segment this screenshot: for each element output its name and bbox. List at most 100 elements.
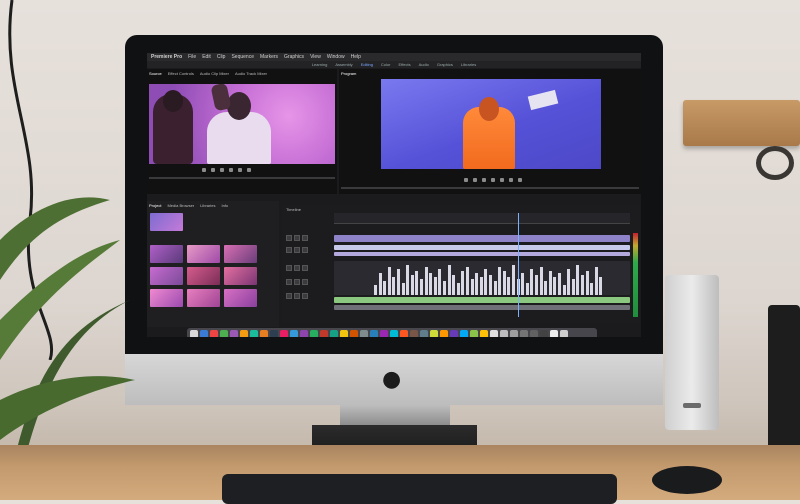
panel-tab[interactable]: Source [149, 71, 162, 77]
workspace-tab[interactable]: Graphics [437, 61, 453, 68]
dock-app-icon[interactable] [220, 330, 228, 337]
dock-app-icon[interactable] [240, 330, 248, 337]
video-clip-track-v3[interactable] [334, 252, 630, 256]
dock-app-icon[interactable] [430, 330, 438, 337]
sync-lock[interactable] [302, 235, 308, 241]
clip-thumbnail[interactable] [150, 245, 183, 263]
voice-over[interactable] [302, 265, 308, 271]
dock-app-icon[interactable] [470, 330, 478, 337]
transport-button[interactable] [473, 178, 477, 182]
workspace-tab[interactable]: Effects [398, 61, 410, 68]
workspace-tab[interactable]: Color [381, 61, 391, 68]
dock-app-icon[interactable] [390, 330, 398, 337]
dock-app-icon[interactable] [270, 330, 278, 337]
voice-over[interactable] [302, 279, 308, 285]
panel-tab[interactable]: Audio Track Mixer [235, 71, 267, 77]
transport-button[interactable] [509, 178, 513, 182]
workspace-tab[interactable]: Assembly [335, 61, 352, 68]
transport-play-icon[interactable] [491, 178, 495, 182]
lock-track[interactable] [294, 247, 300, 253]
dock-app-icon[interactable] [380, 330, 388, 337]
transport-button[interactable] [238, 168, 242, 172]
dock-app-icon[interactable] [520, 330, 528, 337]
dock-app-icon[interactable] [510, 330, 518, 337]
dock-app-icon[interactable] [420, 330, 428, 337]
dock-app-icon[interactable] [230, 330, 238, 337]
dock-app-icon[interactable] [340, 330, 348, 337]
mute-track[interactable] [286, 279, 292, 285]
sync-lock[interactable] [302, 247, 308, 253]
dock-app-icon[interactable] [200, 330, 208, 337]
time-ruler[interactable] [334, 213, 630, 224]
solo-track[interactable] [294, 279, 300, 285]
dock-app-icon[interactable] [550, 330, 558, 337]
dock-app-icon[interactable] [410, 330, 418, 337]
panel-tab[interactable]: Program [341, 71, 356, 77]
menu-item[interactable]: View [310, 53, 321, 61]
transport-button[interactable] [211, 168, 215, 172]
program-scrub-bar[interactable] [341, 187, 639, 189]
menu-item[interactable]: Sequence [231, 53, 254, 61]
menu-item[interactable]: Markers [260, 53, 278, 61]
workspace-tab-active[interactable]: Editing [361, 61, 373, 68]
dock-app-icon[interactable] [320, 330, 328, 337]
panel-tab[interactable]: Audio Clip Mixer [200, 71, 229, 77]
clip-thumbnail[interactable] [187, 267, 220, 285]
menu-item[interactable]: Edit [202, 53, 211, 61]
transport-button[interactable] [220, 168, 224, 172]
clip-thumbnail[interactable] [224, 289, 257, 307]
dock-app-icon[interactable] [360, 330, 368, 337]
mute-track[interactable] [286, 265, 292, 271]
dock-app-icon[interactable] [530, 330, 538, 337]
solo-track[interactable] [294, 265, 300, 271]
toggle-track-output[interactable] [286, 247, 292, 253]
audio-clip-green[interactable] [334, 297, 630, 303]
dock-app-icon[interactable] [540, 330, 548, 337]
timeline-tab[interactable]: Timeline [286, 207, 301, 212]
selected-clip-thumbnail[interactable] [150, 213, 183, 231]
toggle-track-output[interactable] [286, 235, 292, 241]
clip-thumbnail[interactable] [187, 245, 220, 263]
dock-app-icon[interactable] [310, 330, 318, 337]
transport-button[interactable] [247, 168, 251, 172]
dock-app-icon[interactable] [330, 330, 338, 337]
source-scrub-bar[interactable] [149, 177, 335, 179]
workspace-tab[interactable]: Learning [312, 61, 328, 68]
video-clip-track-v2[interactable] [334, 245, 630, 250]
workspace-tab[interactable]: Libraries [461, 61, 476, 68]
dock-app-icon[interactable] [400, 330, 408, 337]
transport-button[interactable] [518, 178, 522, 182]
clip-thumbnail[interactable] [187, 289, 220, 307]
panel-tab[interactable]: Libraries [200, 203, 215, 209]
workspace-tab[interactable]: Audio [419, 61, 429, 68]
dock-app-icon[interactable] [490, 330, 498, 337]
dock-app-icon[interactable] [560, 330, 568, 337]
panel-tab[interactable]: Media Browser [167, 203, 194, 209]
clip-thumbnail[interactable] [224, 267, 257, 285]
transport-button[interactable] [500, 178, 504, 182]
dock-app-icon[interactable] [190, 330, 198, 337]
dock-app-icon[interactable] [300, 330, 308, 337]
dock-app-icon[interactable] [460, 330, 468, 337]
panel-tab[interactable]: Project [149, 203, 161, 209]
solo-track[interactable] [294, 293, 300, 299]
dock-app-icon[interactable] [210, 330, 218, 337]
transport-button[interactable] [202, 168, 206, 172]
menu-item[interactable]: File [188, 53, 196, 61]
dock-app-icon[interactable] [350, 330, 358, 337]
clip-thumbnail[interactable] [150, 289, 183, 307]
dock-app-icon[interactable] [280, 330, 288, 337]
dock-app-icon[interactable] [480, 330, 488, 337]
panel-tab[interactable]: Effect Controls [168, 71, 194, 77]
mute-track[interactable] [286, 293, 292, 299]
menu-item[interactable]: Window [327, 53, 345, 61]
transport-button[interactable] [482, 178, 486, 182]
dock-app-icon[interactable] [500, 330, 508, 337]
audio-clip-grey[interactable] [334, 305, 630, 310]
dock-app-icon[interactable] [450, 330, 458, 337]
menu-item[interactable]: Graphics [284, 53, 304, 61]
video-clip-track-v1[interactable] [334, 235, 630, 242]
playhead[interactable] [518, 213, 519, 317]
transport-button[interactable] [464, 178, 468, 182]
dock-app-icon[interactable] [250, 330, 258, 337]
